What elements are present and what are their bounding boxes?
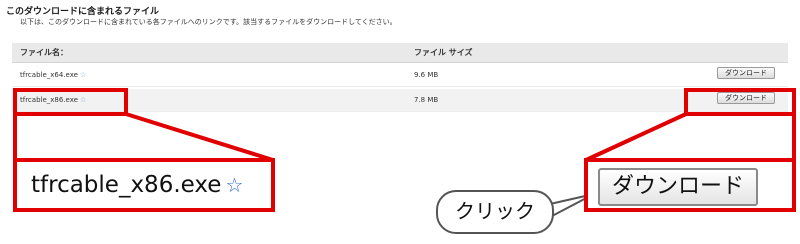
connector-line <box>585 112 687 162</box>
star-icon: ☆ <box>225 173 244 197</box>
zoomed-filename-label: tfrcable_x86.exe <box>31 172 222 198</box>
connector-line <box>125 112 274 162</box>
zoomed-filename: tfrcable_x86.exe ☆ <box>31 172 243 198</box>
filename-zoom-callout: tfrcable_x86.exe ☆ <box>13 158 275 212</box>
zoomed-download-button[interactable]: ダウンロード <box>598 168 758 206</box>
button-zoom-callout: ダウンロード <box>584 158 796 212</box>
click-speech-bubble: クリック <box>436 190 554 234</box>
